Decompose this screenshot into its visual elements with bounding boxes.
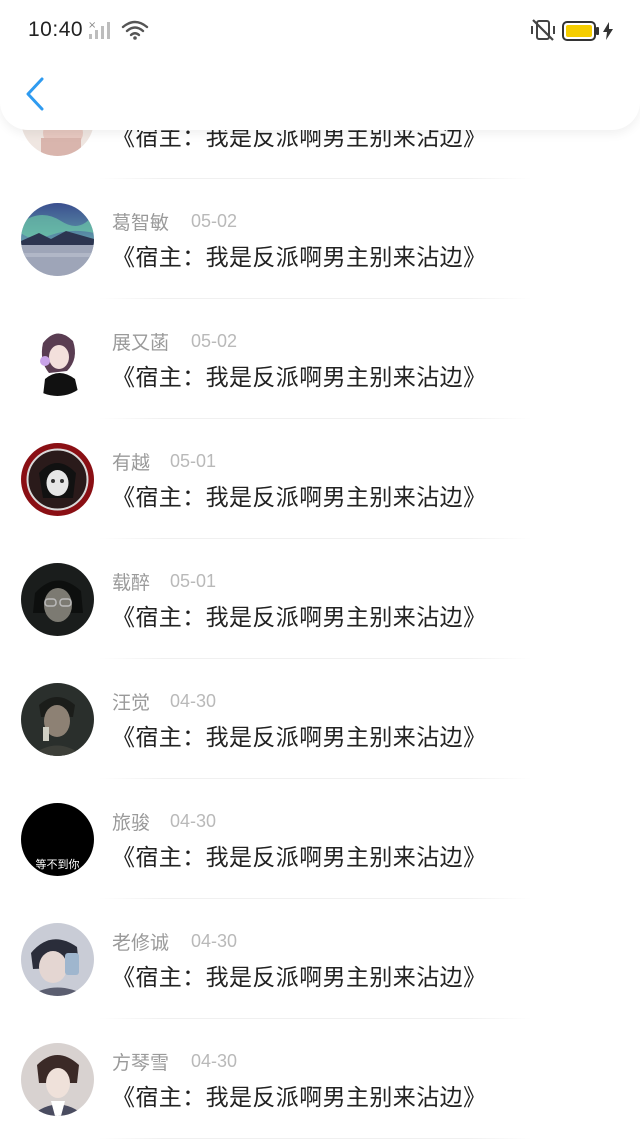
comment-text: 《宿主：我是反派啊男主别来沾边》: [112, 845, 487, 871]
divider: [98, 178, 532, 179]
list-item[interactable]: 老修诚 04-30 《宿主：我是反派啊男主别来沾边》: [0, 900, 640, 1019]
comment-text: 《宿主：我是反派啊男主别来沾边》: [112, 365, 487, 391]
list-item[interactable]: 展又菡 05-02 《宿主：我是反派啊男主别来沾边》: [0, 300, 640, 419]
list-item[interactable]: 汪觉 04-30 《宿主：我是反派啊男主别来沾边》: [0, 660, 640, 779]
avatar[interactable]: [21, 203, 94, 276]
divider: [98, 418, 532, 419]
svg-text:×: ×: [88, 20, 96, 31]
comment-date: 04-30: [170, 811, 217, 831]
user-name[interactable]: 方琴雪: [112, 1048, 169, 1075]
back-button[interactable]: [20, 76, 50, 116]
vibrate-mute-icon: [529, 18, 557, 46]
divider: [98, 898, 532, 899]
comment-date: 04-30: [170, 691, 217, 711]
user-name[interactable]: 旅骏: [112, 808, 150, 835]
user-name[interactable]: 汪觉: [112, 688, 150, 715]
comment-date: 04-30: [191, 931, 238, 951]
comment-text: 《宿主：我是反派啊男主别来沾边》: [112, 485, 487, 511]
user-name[interactable]: 展又菡: [112, 328, 169, 355]
list-item[interactable]: 等不到你 旅骏 04-30 《宿主：我是反派啊男主别来沾边》: [0, 780, 640, 899]
divider: [98, 1018, 532, 1019]
divider: [98, 778, 532, 779]
chevron-left-icon: [25, 77, 45, 115]
signal-x-icon: ×: [88, 20, 114, 44]
wifi-icon: [121, 19, 149, 45]
charging-bolt-icon: [602, 22, 614, 44]
comment-text: 《宿主：我是反派啊男主别来沾边》: [112, 245, 487, 271]
comment-text: 《宿主：我是反派啊男主别来沾边》: [112, 1085, 487, 1111]
comment-date: 05-01: [170, 451, 217, 471]
avatar[interactable]: [21, 923, 94, 996]
status-time: 10:40: [28, 18, 84, 41]
avatar[interactable]: [21, 323, 94, 396]
comment-text: 《宿主：我是反派啊男主别来沾边》: [112, 725, 487, 751]
avatar[interactable]: [21, 683, 94, 756]
avatar[interactable]: [21, 443, 94, 516]
comment-date: 04-30: [191, 1051, 238, 1071]
user-name[interactable]: 载醉: [112, 568, 150, 595]
avatar[interactable]: 等不到你: [21, 803, 94, 876]
divider: [98, 658, 532, 659]
comment-text: 《宿主：我是反派啊男主别来沾边》: [112, 605, 487, 631]
user-name[interactable]: 有越: [112, 448, 150, 475]
avatar[interactable]: [21, 1043, 94, 1116]
comment-text: 《宿主：我是反派啊男主别来沾边》: [112, 965, 487, 991]
list-item[interactable]: 葛智敏 05-02 《宿主：我是反派啊男主别来沾边》: [0, 180, 640, 299]
divider: [98, 538, 532, 539]
list-item[interactable]: 有越 05-01 《宿主：我是反派啊男主别来沾边》: [0, 420, 640, 539]
comment-date: 05-02: [191, 211, 238, 231]
user-name[interactable]: 老修诚: [112, 928, 169, 955]
avatar-caption: 等不到你: [35, 858, 80, 871]
list-item[interactable]: 载醉 05-01 《宿主：我是反派啊男主别来沾边》: [0, 540, 640, 659]
comment-date: 05-01: [170, 571, 217, 591]
avatar[interactable]: [21, 563, 94, 636]
comment-date: 05-02: [191, 331, 238, 351]
user-name[interactable]: 葛智敏: [112, 208, 169, 235]
list-item[interactable]: 方琴雪 04-30 《宿主：我是反派啊男主别来沾边》: [0, 1020, 640, 1139]
battery-icon: [562, 20, 600, 46]
divider: [98, 298, 532, 299]
comment-list[interactable]: 《宿主：我是反派啊男主别来沾边》 葛智敏 05-02 《宿主：我是反派啊男主别来…: [0, 0, 640, 1139]
top-header: 10:40 ×: [0, 0, 640, 130]
